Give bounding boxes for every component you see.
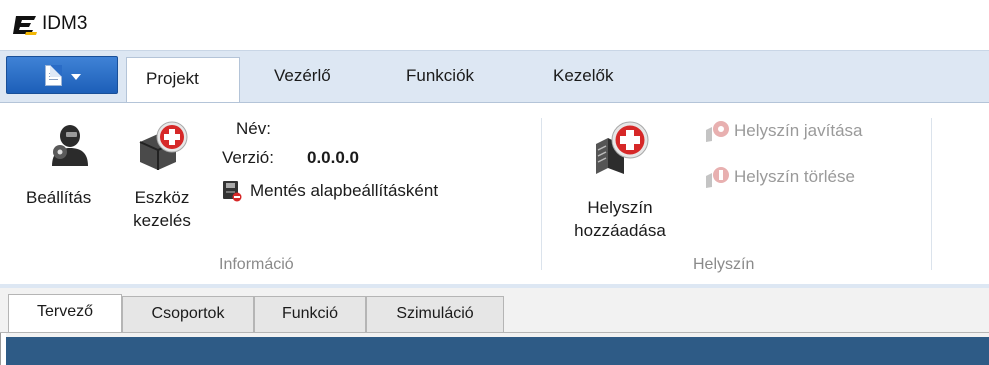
tab-projekt[interactable]: Projekt: [126, 57, 240, 103]
tab-funkcio[interactable]: Funkció: [254, 296, 366, 332]
add-location-button[interactable]: Helyszín hozzáadása: [554, 118, 686, 242]
designer-canvas[interactable]: [6, 337, 989, 365]
tab-strip-border: [0, 332, 989, 333]
save-default-label: Mentés alapbeállításként: [250, 181, 439, 200]
group-separator: [541, 118, 542, 270]
tab-label: Tervező: [36, 303, 94, 320]
application-menu-button[interactable]: [6, 56, 118, 94]
device-add-icon: [139, 121, 188, 170]
device-management-button[interactable]: Eszköz kezelés: [126, 118, 208, 242]
device-label-line2: kezelés: [133, 211, 191, 230]
tab-kezelok[interactable]: Kezelők: [553, 66, 613, 86]
app-logo-icon: [13, 16, 37, 35]
delete-location-button[interactable]: Helyszín törlése: [702, 164, 932, 190]
fix-location-icon: [706, 121, 729, 142]
add-location-label-line2: hozzáadása: [574, 221, 666, 240]
name-label: Név:: [236, 119, 271, 138]
device-label-line1: Eszköz: [134, 188, 190, 207]
tab-label: Projekt: [146, 69, 199, 88]
save-as-default-button[interactable]: Mentés alapbeállításként: [222, 178, 528, 204]
tab-csoportok[interactable]: Csoportok: [122, 296, 254, 332]
fix-location-label: Helyszín javítása: [734, 121, 863, 140]
chevron-down-icon: [71, 74, 81, 80]
delete-location-label: Helyszín törlése: [734, 167, 855, 186]
title-bar: [0, 0, 989, 50]
tab-vezerlo[interactable]: Vezérlő: [274, 66, 331, 86]
tab-szimulacio[interactable]: Szimuláció: [366, 296, 504, 332]
tab-label: Funkció: [281, 305, 339, 322]
group-separator: [931, 118, 932, 270]
tab-funkciok[interactable]: Funkciók: [406, 66, 474, 86]
document-icon: [45, 65, 62, 86]
tab-label: Csoportok: [151, 305, 225, 322]
fix-location-button[interactable]: Helyszín javítása: [702, 118, 932, 144]
tab-tervezo[interactable]: Tervező: [8, 294, 122, 332]
version-value: 0.0.0.0: [307, 148, 359, 167]
delete-location-icon: [706, 167, 729, 188]
location-group-caption: Helyszín: [693, 256, 755, 273]
version-label: Verzió:: [222, 148, 274, 167]
settings-label: Beállítás: [26, 188, 92, 207]
save-default-icon: [223, 181, 242, 202]
user-settings-icon: [52, 125, 88, 166]
tab-label: Szimuláció: [396, 305, 474, 322]
info-group-caption: Információ: [219, 256, 294, 273]
window-title: IDM3: [42, 13, 88, 34]
add-location-label-line1: Helyszín: [587, 198, 653, 217]
settings-button[interactable]: Beállítás: [18, 118, 122, 218]
